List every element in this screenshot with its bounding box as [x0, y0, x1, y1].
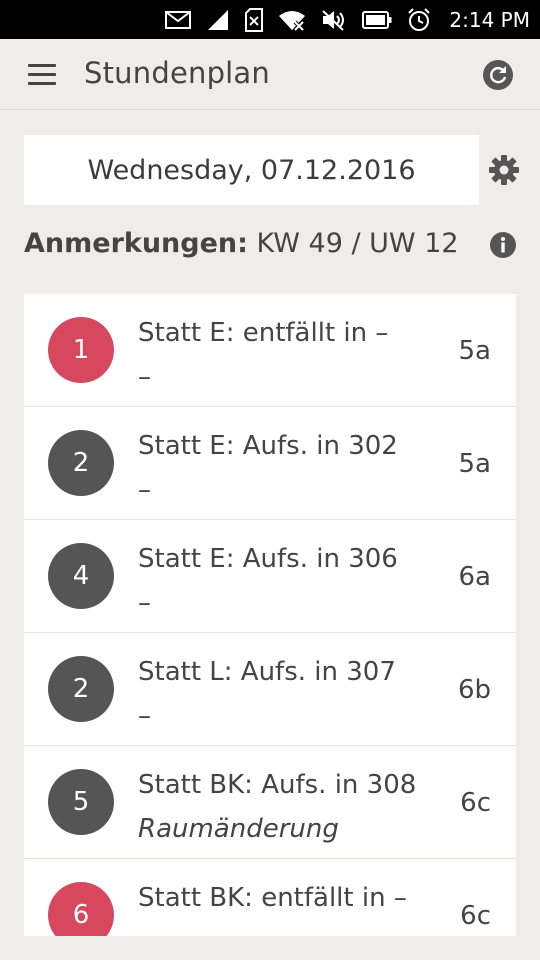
- wifi-icon: [278, 0, 306, 39]
- alarm-icon: [407, 0, 431, 39]
- page-title: Stundenplan: [84, 56, 270, 90]
- period-badge: 5: [48, 769, 114, 835]
- entry-class: 6a: [458, 562, 491, 592]
- entry-class: 5a: [458, 336, 491, 366]
- entry-text: Statt E: Aufs. in 302: [138, 431, 398, 461]
- hamburger-icon[interactable]: [28, 64, 56, 86]
- mute-icon: [321, 0, 347, 39]
- entry-note: –: [138, 475, 151, 505]
- mail-icon: [165, 0, 192, 39]
- notes-label: Anmerkungen:: [24, 228, 248, 259]
- entry-text: Statt BK: Aufs. in 308: [138, 770, 417, 800]
- list-item[interactable]: 4 Statt E: Aufs. in 306 – 6a: [24, 520, 516, 633]
- entry-note: –: [138, 701, 151, 731]
- entry-class: 6c: [460, 901, 491, 931]
- notes-value: KW 49 / UW 12: [256, 228, 459, 259]
- battery-icon: [362, 0, 392, 39]
- gear-icon[interactable]: [488, 154, 520, 186]
- list-item[interactable]: 6 Statt BK: entfällt in – 6c: [24, 859, 516, 936]
- period-badge: 6: [48, 882, 114, 936]
- entry-text: Statt L: Aufs. in 307: [138, 657, 396, 687]
- notes-line: Anmerkungen: KW 49 / UW 12: [24, 228, 459, 259]
- entry-note: –: [138, 588, 151, 618]
- entry-class: 6c: [460, 788, 491, 818]
- date-selector[interactable]: Wednesday, 07.12.2016: [24, 135, 479, 205]
- list-item[interactable]: 1 Statt E: entfällt in – – 5a: [24, 294, 516, 407]
- period-badge: 2: [48, 430, 114, 496]
- app-bar: Stundenplan: [0, 39, 540, 110]
- list-item[interactable]: 2 Statt L: Aufs. in 307 – 6b: [24, 633, 516, 746]
- substitution-list: 1 Statt E: entfällt in – – 5a 2 Statt E:…: [24, 294, 516, 936]
- status-time: 2:14 PM: [449, 7, 530, 32]
- refresh-icon[interactable]: [482, 59, 514, 91]
- list-item[interactable]: 5 Statt BK: Aufs. in 308 Raumänderung 6c: [24, 746, 516, 859]
- info-icon[interactable]: [489, 231, 517, 259]
- entry-class: 5a: [458, 449, 491, 479]
- list-item[interactable]: 2 Statt E: Aufs. in 302 – 5a: [24, 407, 516, 520]
- entry-text: Statt BK: entfällt in –: [138, 883, 407, 913]
- status-bar: 2:14 PM: [0, 0, 540, 39]
- period-badge: 1: [48, 317, 114, 383]
- no-sim-icon: [245, 0, 264, 39]
- entry-note: –: [138, 362, 151, 392]
- period-badge: 2: [48, 656, 114, 722]
- entry-text: Statt E: Aufs. in 306: [138, 544, 398, 574]
- entry-text: Statt E: entfällt in –: [138, 318, 389, 348]
- entry-note: Raumänderung: [138, 814, 339, 844]
- period-badge: 4: [48, 543, 114, 609]
- entry-class: 6b: [457, 675, 491, 705]
- signal-icon: [206, 0, 230, 39]
